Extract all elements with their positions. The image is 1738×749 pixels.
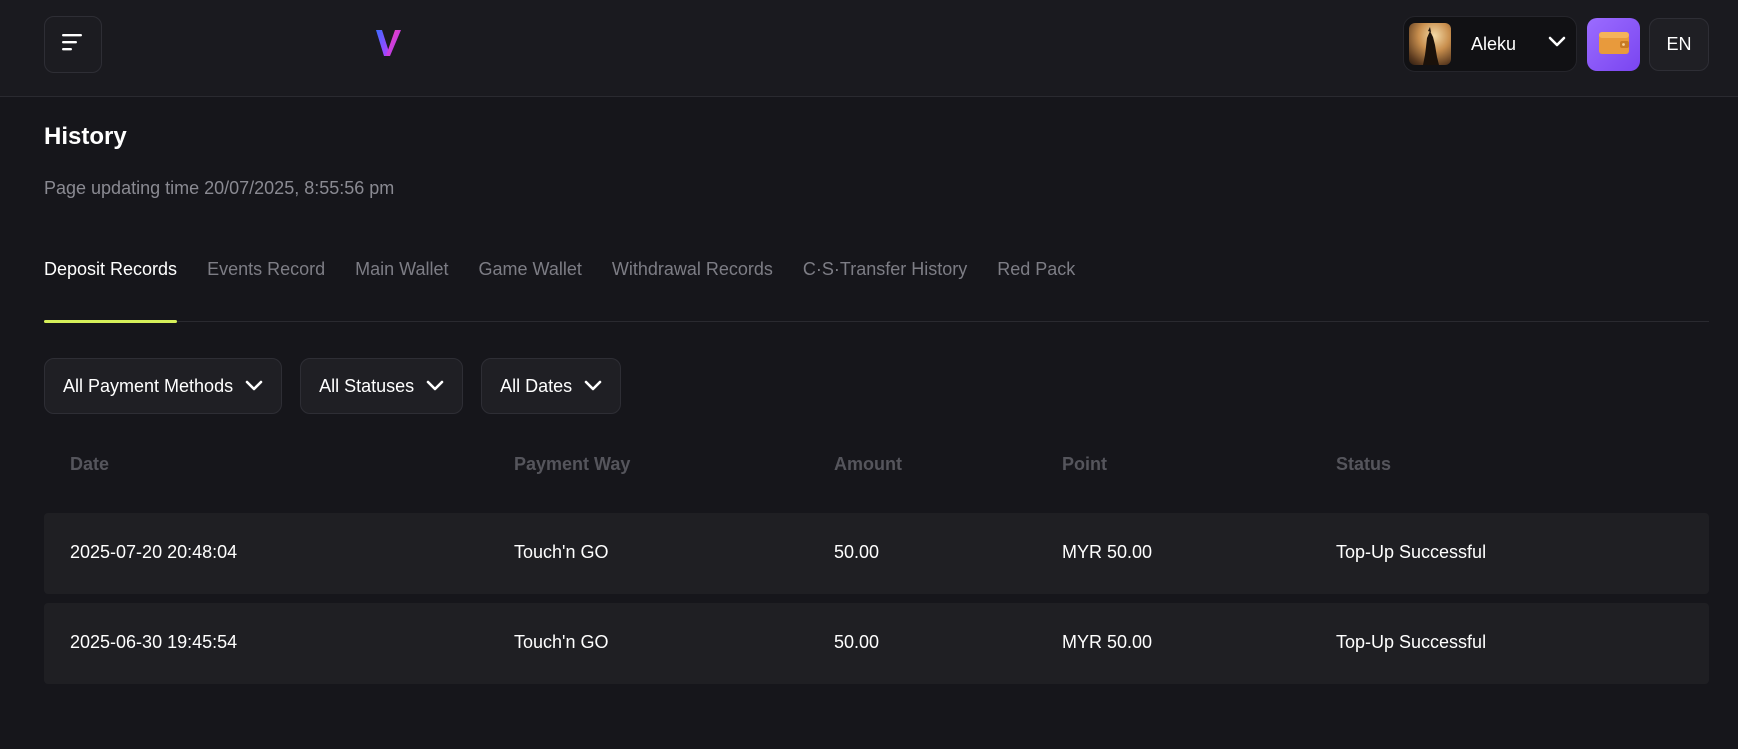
wallet-button[interactable] <box>1587 18 1640 71</box>
user-menu[interactable]: Aleku <box>1403 16 1577 72</box>
filter-bar: All Payment Methods All Statuses All Dat… <box>44 358 622 414</box>
avatar <box>1409 23 1451 65</box>
row-status: Top-Up Successful <box>1336 632 1487 652</box>
table-row: 2025-06-30 19:45:54 Touch'n GO 50.00 MYR… <box>44 603 1709 684</box>
tab-main-wallet[interactable]: Main Wallet <box>355 240 448 322</box>
row-payment-way: Touch'n GO <box>514 632 609 652</box>
v-logo-icon[interactable] <box>376 28 402 58</box>
user-name: Aleku <box>1471 33 1517 54</box>
page-title: History <box>44 123 127 150</box>
tab-withdrawal-records[interactable]: Withdrawal Records <box>612 240 773 322</box>
table-header: Date Payment Way Amount Point Status <box>44 450 1709 480</box>
history-tabs: Deposit Records Events Record Main Walle… <box>44 240 1709 323</box>
wallet-icon <box>1598 29 1630 60</box>
tab-deposit-records[interactable]: Deposit Records <box>44 240 178 323</box>
status-filter[interactable]: All Statuses <box>300 358 464 414</box>
row-date: 2025-06-30 19:45:54 <box>70 632 238 652</box>
tab-events-record[interactable]: Events Record <box>207 240 325 322</box>
row-point: MYR 50.00 <box>1062 542 1153 562</box>
row-amount: 50.00 <box>834 632 880 652</box>
chevron-down-icon <box>245 380 263 392</box>
row-amount: 50.00 <box>834 542 880 562</box>
date-filter-label: All Dates <box>500 375 573 396</box>
menu-lines-icon <box>62 33 84 56</box>
table-row: 2025-07-20 20:48:04 Touch'n GO 50.00 MYR… <box>44 513 1709 594</box>
page-update-time: Page updating time 20/07/2025, 8:55:56 p… <box>44 178 395 198</box>
row-status: Top-Up Successful <box>1336 542 1487 562</box>
chevron-down-icon <box>1548 35 1566 53</box>
top-bar: Aleku EN <box>0 0 1738 97</box>
row-payment-way: Touch'n GO <box>514 542 609 562</box>
tab-red-pack[interactable]: Red Pack <box>997 240 1075 322</box>
column-header-status: Status <box>1336 454 1392 474</box>
payment-method-filter-label: All Payment Methods <box>63 375 234 396</box>
column-header-payment-way: Payment Way <box>514 454 631 474</box>
chevron-down-icon <box>426 380 444 392</box>
column-header-amount: Amount <box>834 454 902 474</box>
menu-button[interactable] <box>44 16 102 73</box>
date-filter[interactable]: All Dates <box>481 358 622 414</box>
status-filter-label: All Statuses <box>319 375 415 396</box>
tab-cs-transfer-history[interactable]: C·S·Transfer History <box>803 240 967 322</box>
language-button[interactable]: EN <box>1649 18 1709 71</box>
chevron-down-icon <box>584 380 602 392</box>
row-date: 2025-07-20 20:48:04 <box>70 542 238 562</box>
column-header-point: Point <box>1062 454 1107 474</box>
tab-game-wallet[interactable]: Game Wallet <box>478 240 581 322</box>
row-point: MYR 50.00 <box>1062 632 1153 652</box>
column-header-date: Date <box>70 454 110 474</box>
payment-method-filter[interactable]: All Payment Methods <box>44 358 283 414</box>
